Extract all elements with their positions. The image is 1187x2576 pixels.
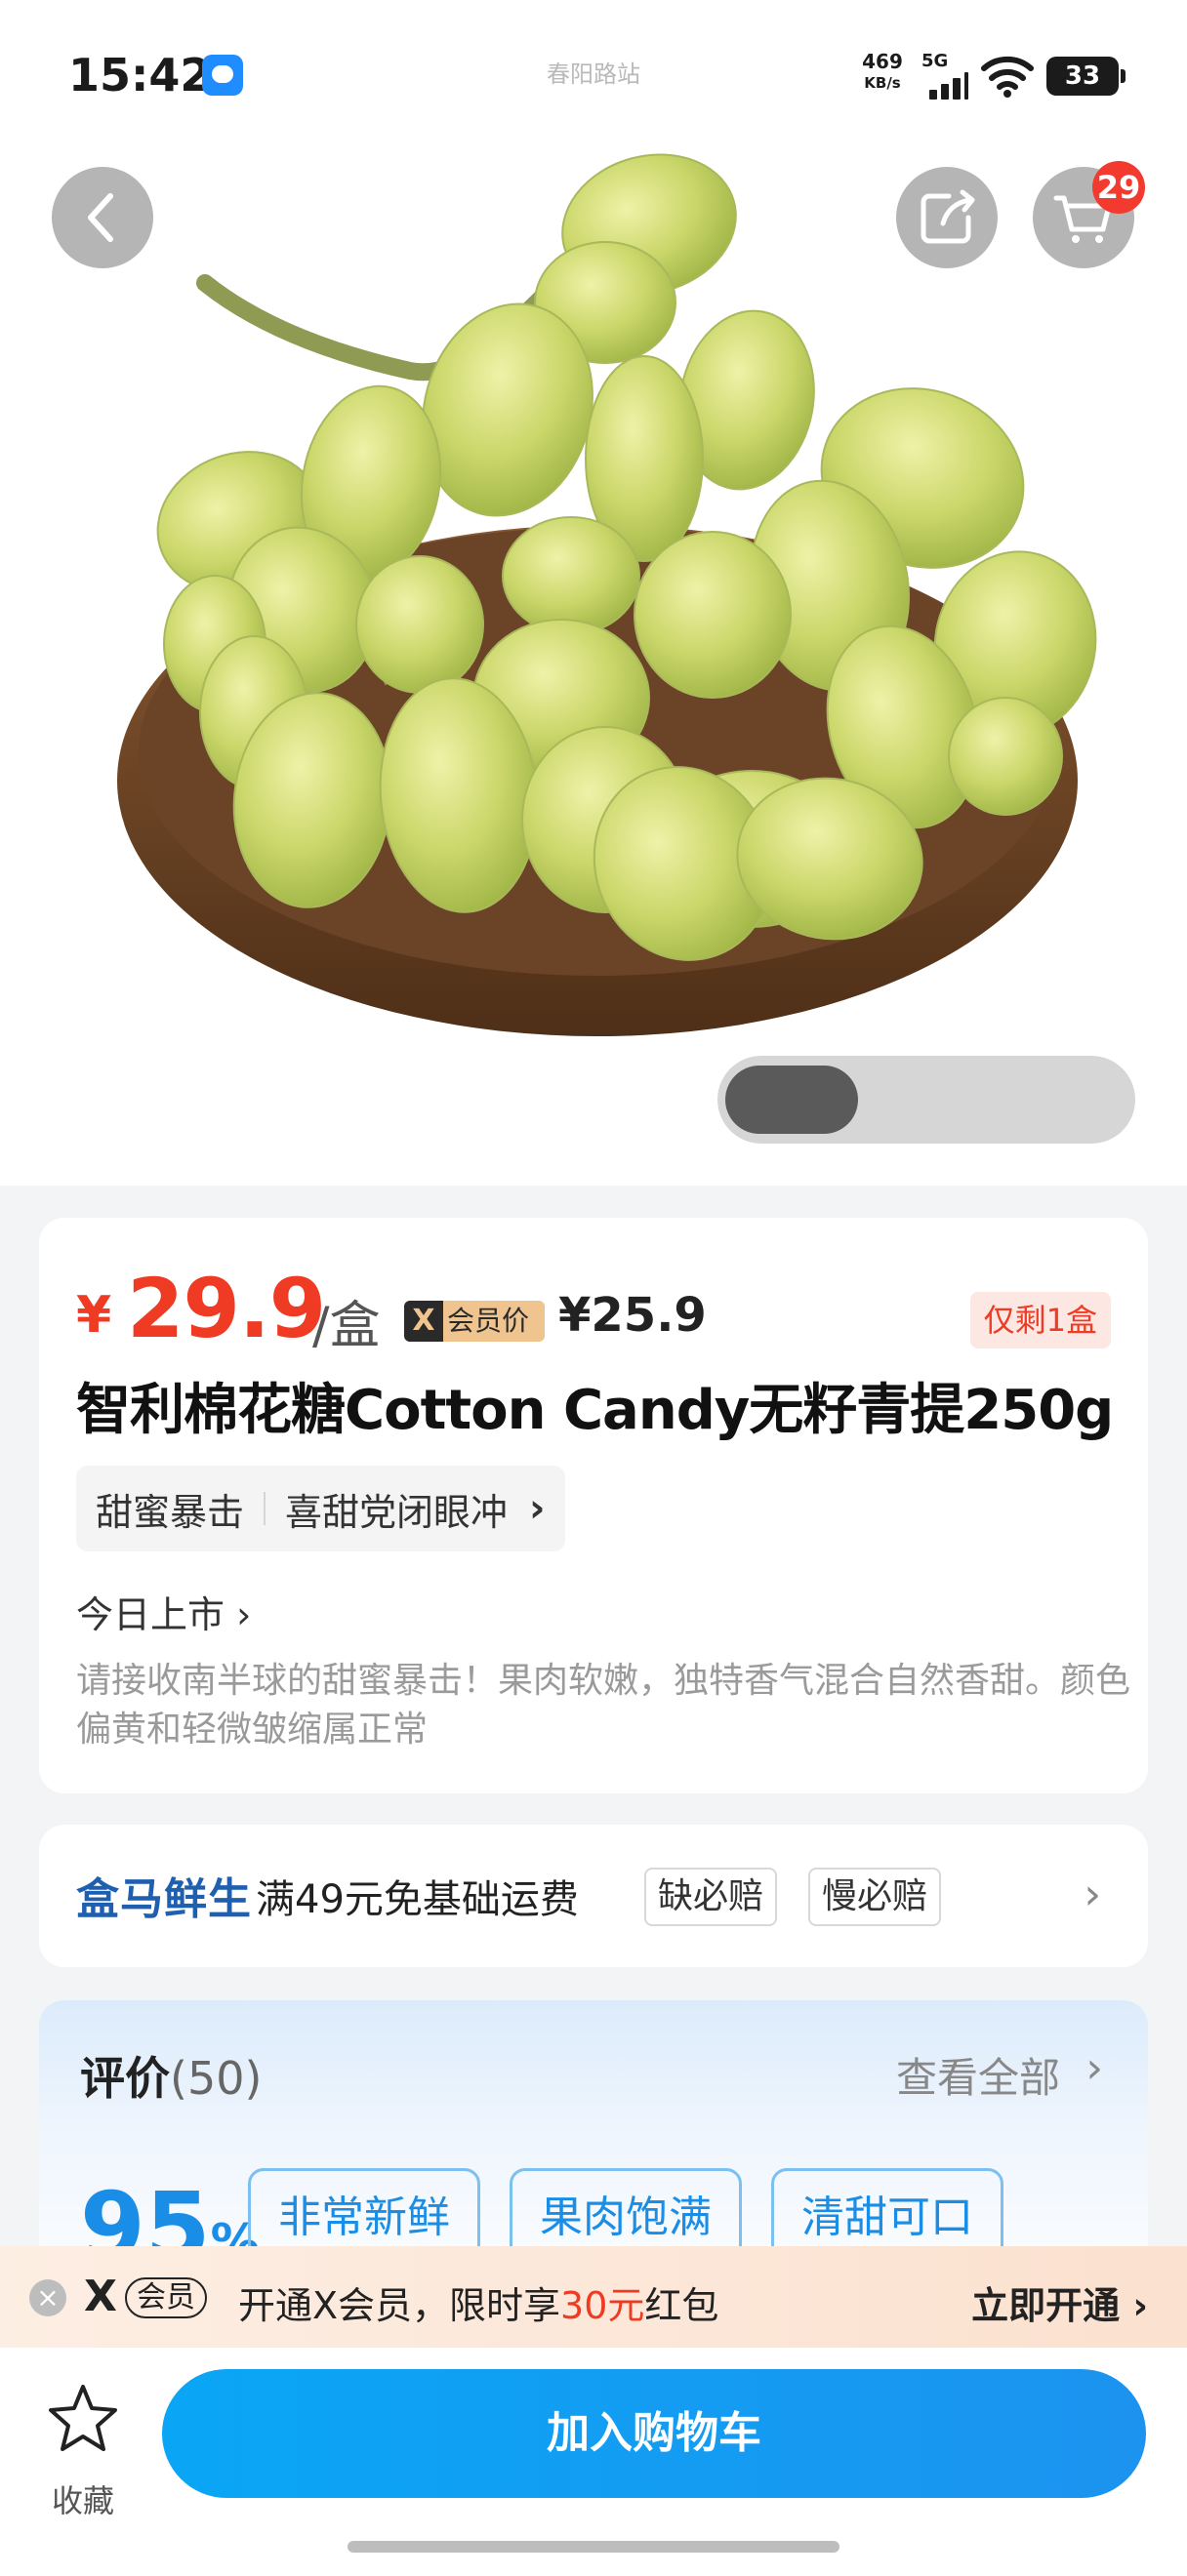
close-icon[interactable]: × — [29, 2279, 66, 2316]
product-feature-tags[interactable]: 甜蜜暴击 喜甜党闭眼冲 › — [76, 1466, 565, 1551]
gallery-indicator[interactable] — [717, 1056, 1135, 1144]
status-bar: 15:42 春阳路站 469 KB/s 5G 33 — [0, 0, 1187, 146]
chevron-right-icon: › — [1085, 2043, 1103, 2093]
vip-promo-text: 开通X会员，限时享30元红包 — [238, 2284, 719, 2327]
chevron-right-icon: › — [225, 1593, 252, 1636]
member-tag: 会员 — [125, 2277, 207, 2318]
product-image — [117, 153, 1097, 1036]
shipping-text: 满49元免基础运费 — [256, 1877, 579, 1922]
reviews-count: (50) — [170, 2052, 263, 2105]
favorite-button[interactable]: 收藏 — [39, 2375, 127, 2519]
product-title: 智利棉花糖Cotton Candy无籽青提250g — [76, 1379, 1114, 1442]
bottom-action-bar: 收藏 加入购物车 — [0, 2348, 1187, 2576]
back-button[interactable] — [52, 167, 153, 268]
share-icon — [921, 189, 975, 244]
x-member-logo: X — [84, 2272, 117, 2321]
chevron-right-icon: › — [529, 1486, 546, 1531]
feature-tag: 喜甜党闭眼冲 — [285, 1490, 509, 1534]
shipping-card[interactable]: 盒马鲜生 满49元免基础运费 缺必赔 慢必赔 › — [39, 1825, 1148, 1967]
launch-info[interactable]: 今日上市 › — [76, 1585, 251, 1638]
network-type: 5G — [921, 51, 949, 71]
tag-divider — [264, 1492, 266, 1525]
vip-price-tag: X 会员价 — [404, 1301, 545, 1342]
view-all-reviews-link[interactable]: 查看全部 — [896, 2045, 1060, 2105]
open-vip-button[interactable]: 立即开通 › — [971, 2275, 1148, 2329]
add-to-cart-button[interactable]: 加入购物车 — [162, 2369, 1146, 2498]
product-info-card: ¥ 29.9 /盒 X 会员价 ¥25.9 仅剩1盒 智利棉花糖Cotton C… — [39, 1218, 1148, 1793]
star-icon — [49, 2385, 117, 2451]
chevron-right-icon: › — [1084, 1870, 1101, 1919]
stock-badge: 仅剩1盒 — [969, 1292, 1111, 1348]
price-value: 29.9 — [127, 1261, 326, 1356]
guarantee-tag: 慢必赔 — [808, 1868, 942, 1926]
wifi-icon — [981, 56, 1034, 98]
gallery-indicator-thumb — [725, 1066, 858, 1134]
price-row: ¥ 29.9 /盒 X 会员价 ¥25.9 仅剩1盒 — [76, 1251, 1111, 1356]
home-indicator[interactable] — [348, 2541, 839, 2553]
cart-count-badge: 29 — [1092, 161, 1145, 214]
price-currency: ¥ — [76, 1286, 112, 1345]
battery-icon: 33 — [1046, 57, 1126, 96]
signal-icon — [923, 70, 968, 100]
back-arrow-icon — [88, 193, 113, 242]
product-description: 请接收南半球的甜蜜暴击！果肉软嫩，独特香气混合自然香甜。颜色偏黄和轻微皱缩属正常 — [76, 1661, 1131, 1750]
x-member-icon: X — [404, 1301, 443, 1342]
vip-promo-banner[interactable]: × X 会员 开通X会员，限时享30元红包 立即开通 › — [0, 2246, 1187, 2348]
feature-tag: 甜蜜暴击 — [96, 1490, 245, 1534]
product-image-gallery[interactable]: 15:42 春阳路站 469 KB/s 5G 33 29 — [0, 0, 1187, 1186]
favorite-label: 收藏 — [51, 2482, 114, 2519]
vip-price: ¥25.9 — [558, 1288, 707, 1343]
network-speed: 469 KB/s — [862, 50, 903, 92]
reviews-title: 评价(50) — [80, 2052, 263, 2105]
share-button[interactable] — [896, 167, 998, 268]
guarantee-tag: 缺必赔 — [644, 1868, 778, 1926]
brand-logo: 盒马鲜生 — [76, 1874, 252, 1924]
price-unit: /盒 — [312, 1297, 381, 1355]
